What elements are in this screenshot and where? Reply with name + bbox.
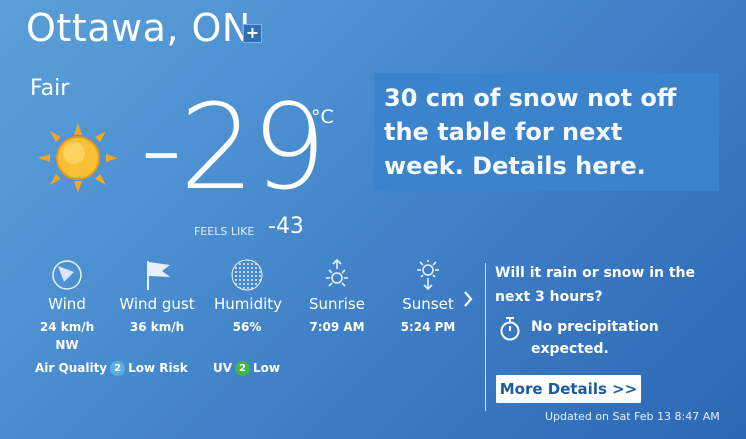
more-details-button[interactable]: More Details >> [496,375,641,403]
wind-gust-value: 36 km/h [129,320,185,334]
wind-value: 24 km/h [39,320,95,334]
precip-answer-text: No precipitation expected. [531,319,659,357]
uv-badge: 2 [235,361,251,376]
stopwatch-icon [500,317,520,341]
divider [485,263,486,411]
uv-risk: Low [253,361,281,375]
sunset-value: 5:24 PM [400,320,456,334]
precip-question: Will it rain or snow in the next 3 hours… [495,265,695,305]
city-name[interactable]: Ottawa, ON [26,6,251,50]
wind-gust-label: Wind gust [119,295,195,313]
add-location-button[interactable]: + [243,24,262,43]
flag-icon [147,261,170,290]
feels-like-label: FEELS LIKE [194,225,255,238]
humidity-value: 56% [232,320,262,334]
uv-index: UV 2 Low [213,361,280,376]
metric-sunrise: Sunrise 7:09 AM [305,258,369,336]
air-quality-risk: Low Risk [128,361,188,375]
metric-wind-gust: Wind gust 36 km/h [119,258,195,336]
air-quality-label: Air Quality [35,361,108,375]
air-quality: Air Quality 2 Low Risk [35,361,188,376]
sunrise-value: 7:09 AM [309,320,365,334]
sunrise-label: Sunrise [309,295,365,313]
temperature-unit: °C [311,106,334,128]
metric-sunset: Sunset 5:24 PM [396,258,460,336]
air-quality-badge: 2 [110,361,126,376]
promo-banner[interactable]: 30 cm of snow not off the table for next… [374,73,719,191]
chevron-right-icon[interactable] [462,289,474,309]
sunset-label: Sunset [402,295,454,313]
feels-like-value: -43 [268,214,304,239]
humidity-label: Humidity [214,295,283,313]
updated-timestamp: Updated on Sat Feb 13 8:47 AM [545,410,720,423]
wind-direction: NW [55,338,79,352]
metric-wind: Wind 24 km/h NW [35,258,99,354]
sun-icon [38,123,118,193]
sunrise-icon [326,258,348,287]
precip-answer: No precipitation expected. [531,316,661,360]
metric-humidity: Humidity 56% [214,258,283,336]
wind-icon [52,260,82,290]
sunset-icon [417,260,439,291]
weather-widget: Ottawa, ON + Fair -29 °C FEELS LIKE -43 … [0,0,746,439]
condition-text: Fair [30,76,70,101]
temperature-value: -29 [140,78,327,216]
humidity-icon [231,259,263,291]
wind-label: Wind [48,295,86,313]
uv-label: UV [213,361,233,375]
